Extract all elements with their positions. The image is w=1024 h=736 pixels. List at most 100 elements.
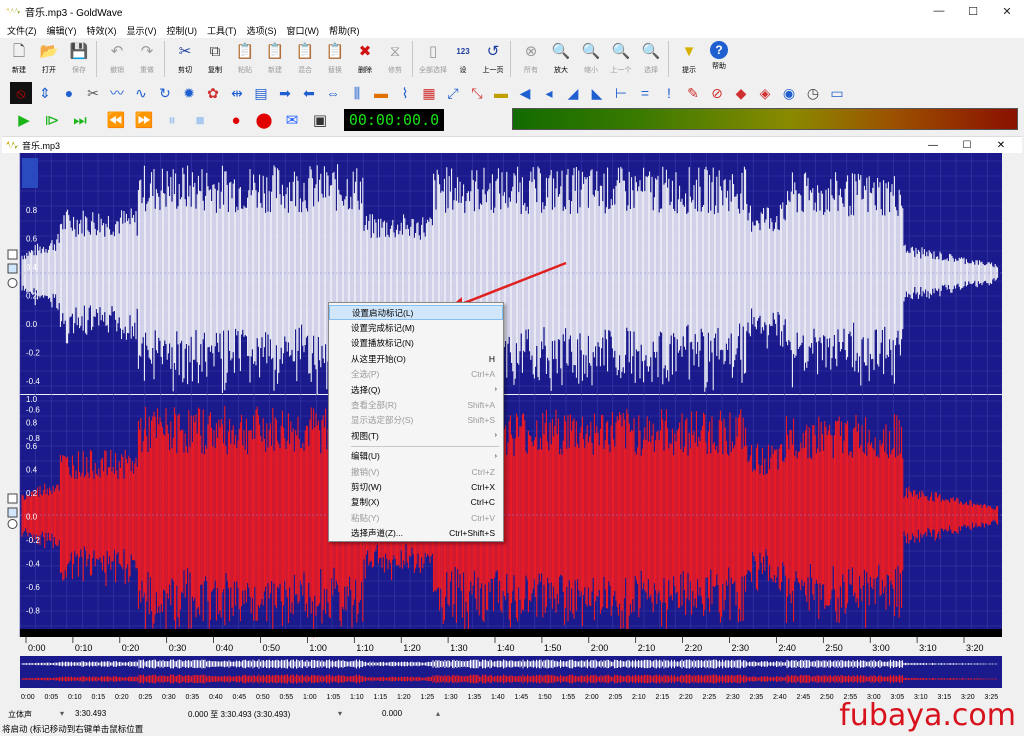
stop-icon[interactable]: ⦸ [10, 82, 32, 104]
play-icon[interactable]: ▶ [10, 109, 38, 131]
arrow-left-icon[interactable]: ⬅ [298, 82, 320, 104]
context-menu-item[interactable]: 选择声道(Z)... Ctrl+Shift+S [329, 525, 503, 540]
marker-icon[interactable]: ⊢ [610, 82, 632, 104]
hint-button[interactable]: ▼ 提示 [674, 38, 704, 80]
bottom-channel-radio[interactable] [7, 519, 18, 529]
menu-item[interactable]: 特效(X) [82, 24, 122, 37]
context-menu-item[interactable]: 剪切(W) Ctrl+X [329, 479, 503, 494]
arrows-icon[interactable]: ⇹ [226, 82, 248, 104]
zoom-in-button[interactable]: 🔍 放大 [546, 38, 576, 80]
all-button[interactable]: ⊗ 所有 [516, 38, 546, 80]
arrow-right-icon[interactable]: ➡ [274, 82, 296, 104]
menu-item[interactable]: 编辑(Y) [42, 24, 82, 37]
context-menu-item[interactable]: 设置播放标记(N) [329, 336, 503, 351]
chat-icon[interactable]: ▭ [826, 82, 848, 104]
diamond-icon[interactable]: ◈ [754, 82, 776, 104]
position-dropdown-icon[interactable]: ▴ [436, 709, 440, 718]
loop-icon[interactable]: ↻ [154, 82, 176, 104]
timeline-bar[interactable] [20, 629, 1002, 637]
spectrum-icon[interactable]: ▬ [370, 82, 392, 104]
menu-item[interactable]: 控制(U) [162, 24, 203, 37]
context-menu-item[interactable]: 视图(T) › [329, 428, 503, 443]
delete-button[interactable]: ✖ 删除 [350, 38, 380, 80]
globe-icon[interactable]: ● [58, 82, 80, 104]
equals-icon[interactable]: = [634, 82, 656, 104]
rewind-icon[interactable]: ⏪ [102, 109, 130, 131]
top-channel-radio[interactable] [7, 278, 18, 288]
arrow-pen-icon[interactable]: ✎ [682, 82, 704, 104]
clock-icon[interactable]: ◷ [802, 82, 824, 104]
select-all-button[interactable]: ▯ 全部选择 [418, 38, 448, 80]
ramp-down-icon[interactable]: ◣ [586, 82, 608, 104]
menu-item[interactable]: 文件(Z) [2, 24, 42, 37]
merge-icon[interactable]: ⤡ [466, 82, 488, 104]
doc-maximize-button[interactable]: ☐ [950, 137, 984, 153]
plot-icon[interactable]: ▤ [250, 82, 272, 104]
undo-button[interactable]: ↶ 撤销 [102, 38, 132, 80]
no-icon[interactable]: ⊘ [706, 82, 728, 104]
previous-button[interactable]: 🔍 上一个 [606, 38, 636, 80]
save-button[interactable]: 💾 保存 [64, 38, 94, 80]
trim-button[interactable]: ⧖ 修剪 [380, 38, 410, 80]
bottom-channel-enable-checkbox[interactable] [7, 507, 18, 518]
mix-button[interactable]: 📋 混合 [290, 38, 320, 80]
menu-item[interactable]: 工具(T) [202, 24, 242, 37]
top-channel-checkbox[interactable] [7, 249, 18, 260]
record-selection-icon[interactable]: ⬤ [250, 109, 278, 131]
zoom-out-button[interactable]: 🔍 缩小 [576, 38, 606, 80]
context-menu-item[interactable]: 选择(Q) › [329, 382, 503, 397]
record-icon[interactable]: ● [222, 109, 250, 131]
bottom-channel-checkbox[interactable] [7, 493, 18, 504]
context-menu-item[interactable]: 从这里开始(O) H [329, 351, 503, 366]
stop-icon[interactable]: ■ [186, 109, 214, 131]
waveform-area[interactable]: 0.8 0.6 0.4 0.2 0.0 -0.2 -0.4 -0.6 -0.8 1.0 0.8 0.6… [6, 153, 1006, 703]
zoom-handle-icon[interactable] [22, 158, 38, 188]
redo-button[interactable]: ↷ 重做 [132, 38, 162, 80]
cut-button[interactable]: ✂ 剪切 [170, 38, 200, 80]
palette-icon[interactable]: ✿ [202, 82, 224, 104]
help-button[interactable]: ? 帮助 [704, 38, 734, 80]
replace-button[interactable]: 📋 替换 [320, 38, 350, 80]
doc-close-button[interactable]: ✕ [984, 137, 1018, 153]
circle-icon[interactable]: ◉ [778, 82, 800, 104]
pause-icon[interactable]: ⏸ [158, 109, 186, 131]
resize-icon[interactable]: ⇕ [34, 82, 56, 104]
wave-icon[interactable]: 〰 [106, 82, 128, 104]
menu-item[interactable]: 帮助(R) [324, 24, 365, 37]
paste-button[interactable]: 📋 粘贴 [230, 38, 260, 80]
minimize-button[interactable]: — [922, 0, 956, 22]
selection-dropdown-icon[interactable]: ▾ [338, 709, 342, 718]
red-arrow-icon[interactable]: ◆ [730, 82, 752, 104]
close-button[interactable]: ✕ [990, 0, 1024, 22]
window-icon[interactable]: ▣ [306, 109, 334, 131]
play-to-end-icon[interactable]: ⏭ [66, 109, 94, 131]
prev-page-button[interactable]: ↺ 上一页 [478, 38, 508, 80]
swirl-icon[interactable]: ∿ [130, 82, 152, 104]
menu-item[interactable]: 选项(S) [242, 24, 282, 37]
waveform-display[interactable]: 0.8 0.6 0.4 0.2 0.0 -0.2 -0.4 -0.6 -0.8 1.0 0.8 0.6… [6, 153, 1006, 703]
scissors-icon[interactable]: ✂ [82, 82, 104, 104]
menu-item[interactable]: 显示(V) [122, 24, 162, 37]
channels-dropdown-icon[interactable]: ▾ [60, 709, 64, 718]
mail-icon[interactable]: ✉ [278, 109, 306, 131]
color-bar-icon[interactable]: ▬ [490, 82, 512, 104]
speaker2-icon[interactable]: ◂ [538, 82, 560, 104]
open-button[interactable]: 📂 打开 [34, 38, 64, 80]
new-button[interactable]: 🗋 新建 [4, 38, 34, 80]
split-icon[interactable]: ⤢ [442, 82, 464, 104]
fast-forward-icon[interactable]: ⏩ [130, 109, 158, 131]
selection-button[interactable]: 🔍 选择 [636, 38, 666, 80]
context-menu-item[interactable]: 复制(X) Ctrl+C [329, 495, 503, 510]
copy-button[interactable]: ⧉ 复制 [200, 38, 230, 80]
play-selection-icon[interactable]: ⧐ [38, 109, 66, 131]
doc-minimize-button[interactable]: — [916, 137, 950, 153]
context-menu-item[interactable]: 设置完成标记(M) [329, 320, 503, 335]
compress-icon[interactable]: ⇔ [322, 82, 344, 104]
speaker-icon[interactable]: ◀ [514, 82, 536, 104]
panel-icon[interactable]: ▦ [418, 82, 440, 104]
maximize-button[interactable]: ☐ [956, 0, 990, 22]
top-channel-enable-checkbox[interactable] [7, 263, 18, 274]
equalizer-icon[interactable]: ⫼ [346, 82, 368, 104]
set-button[interactable]: 123 设 [448, 38, 478, 80]
paste-new-button[interactable]: 📋 新建 [260, 38, 290, 80]
